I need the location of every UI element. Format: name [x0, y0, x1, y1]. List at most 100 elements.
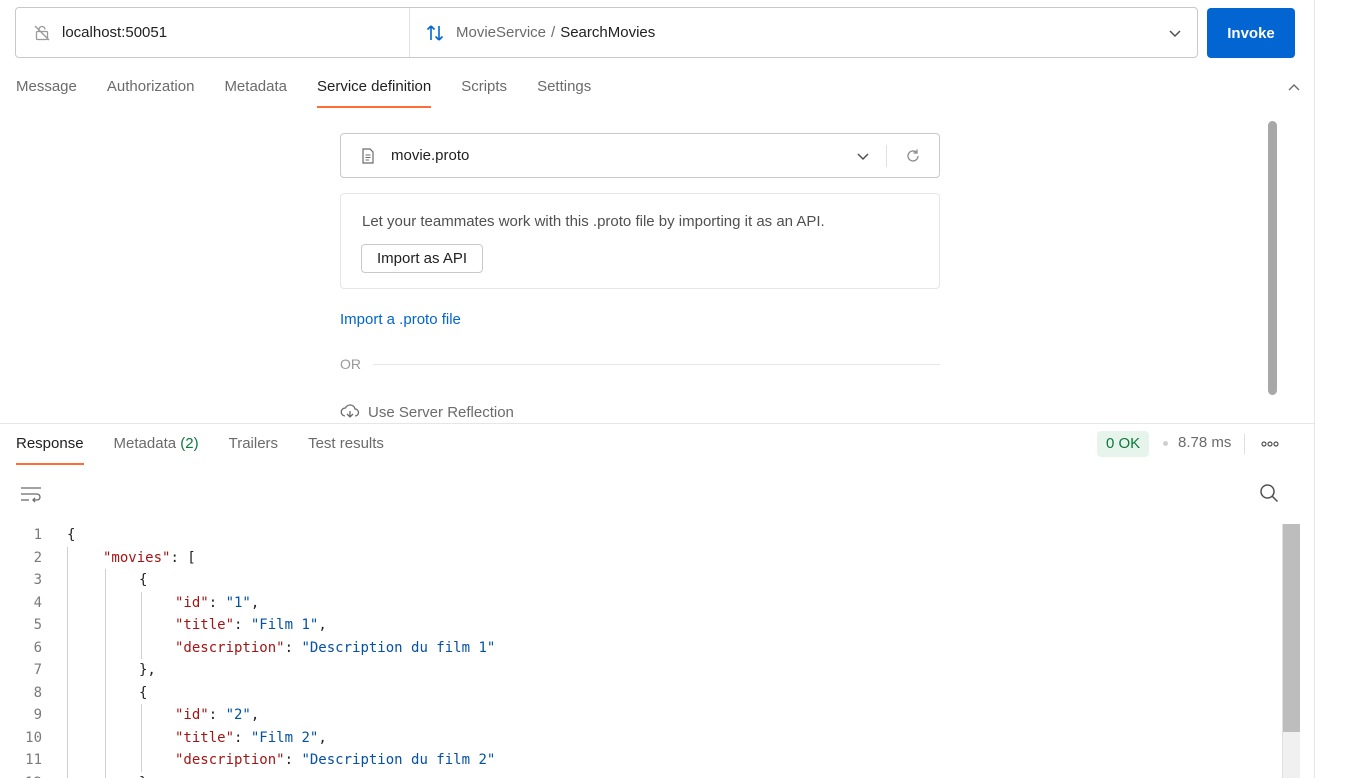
json-punctuation: {	[139, 572, 148, 588]
divider-line	[373, 363, 940, 365]
json-punctuation: ,	[250, 707, 260, 723]
tab-metadata[interactable]: Metadata	[224, 76, 287, 108]
line-number: 5	[33, 617, 42, 633]
line-number: 8	[33, 684, 42, 701]
search-icon[interactable]	[1258, 482, 1280, 504]
code-content: {	[139, 569, 147, 592]
json-key: "title"	[175, 729, 235, 746]
refresh-icon[interactable]	[904, 147, 922, 165]
tab-scripts[interactable]: Scripts	[461, 76, 507, 108]
indent-guide	[67, 569, 68, 592]
proto-file-select[interactable]: movie.proto	[340, 133, 940, 178]
cloud-icon	[340, 402, 360, 422]
invoke-button[interactable]: Invoke	[1207, 8, 1295, 58]
chevron-down-icon[interactable]	[854, 147, 872, 165]
wrap-lines-icon[interactable]	[20, 483, 42, 505]
json-punctuation: }	[139, 775, 147, 778]
response-scrollbar[interactable]	[1282, 524, 1300, 778]
indent-guide	[105, 681, 106, 704]
indent-guide	[67, 681, 68, 704]
indent-guide	[67, 704, 68, 727]
code-line: 4 "id": "1",	[0, 591, 1282, 615]
json-key: "description"	[175, 639, 285, 656]
json-punctuation: :	[208, 707, 226, 723]
tab-trailers[interactable]: Trailers	[229, 433, 278, 465]
code-content: "id": "1",	[175, 592, 259, 615]
json-punctuation: {	[139, 684, 148, 701]
code-content: },	[139, 659, 156, 682]
indent-guide	[141, 704, 142, 727]
chevron-down-icon[interactable]	[1167, 25, 1183, 41]
method-selector[interactable]: MovieService / SearchMovies	[410, 8, 1197, 57]
import-proto-link[interactable]: Import a .proto file	[340, 311, 461, 328]
import-as-api-button[interactable]: Import as API	[361, 244, 484, 273]
indent-guide	[67, 591, 68, 614]
line-number: 10	[25, 729, 42, 746]
metadata-label: Metadata	[113, 435, 177, 452]
indent-guide	[105, 749, 106, 772]
proto-file-name: movie.proto	[391, 147, 470, 164]
reflection-label: Use Server Reflection	[368, 403, 514, 421]
line-number: 7	[33, 662, 42, 678]
tab-response[interactable]: Response	[16, 433, 84, 465]
json-punctuation: ,	[318, 617, 327, 633]
divider	[886, 144, 887, 167]
scrollbar-thumb[interactable]	[1283, 524, 1300, 732]
indent-guide	[141, 636, 142, 659]
tab-test-results[interactable]: Test results	[308, 433, 384, 465]
import-message: Let your teammates work with this .proto…	[362, 213, 825, 230]
chevron-up-icon[interactable]	[1286, 80, 1302, 96]
response-body[interactable]: 1{2 "movies": [3{4 "id": "1", 5 "title": "Fi…	[0, 524, 1282, 778]
unary-method-icon	[424, 22, 446, 44]
tab-authorization[interactable]: Authorization	[107, 76, 195, 108]
code-line: 10 "title": "Film 2",	[0, 726, 1282, 750]
code-content: "id": "2",	[175, 704, 259, 727]
indent-guide	[141, 614, 142, 637]
url-section[interactable]: localhost:50051	[16, 8, 410, 57]
request-tabs: Message Authorization Metadata Service d…	[16, 76, 621, 110]
scrollbar-thumb[interactable]	[1268, 121, 1277, 395]
line-number: 2	[33, 549, 42, 566]
indent-guide	[105, 591, 106, 614]
json-string: "Film 1"	[250, 617, 319, 633]
json-string: "1"	[225, 594, 251, 611]
json-key: "id"	[175, 707, 209, 723]
code-content: {	[67, 524, 75, 547]
indent-guide	[67, 546, 68, 569]
code-line: 7},	[0, 659, 1282, 682]
tab-service-definition[interactable]: Service definition	[316, 76, 432, 108]
code-line: 5 "title": "Film 1",	[0, 614, 1282, 637]
line-number: 3	[33, 572, 42, 588]
indent-guide	[105, 636, 106, 659]
line-number: 9	[33, 707, 42, 723]
code-line: 6 "description": "Description du film 1"	[0, 636, 1282, 659]
indent-guide	[105, 569, 106, 592]
tab-message[interactable]: Message	[16, 76, 77, 108]
json-string: "Description du film 1"	[301, 639, 496, 656]
json-punctuation: {	[67, 527, 76, 543]
tab-settings[interactable]: Settings	[537, 76, 591, 108]
indent-guide	[105, 704, 106, 727]
code-line: 9 "id": "2",	[0, 704, 1282, 727]
file-icon	[360, 147, 376, 164]
tab-response-metadata[interactable]: Metadata (2)	[114, 433, 199, 465]
json-punctuation: :	[284, 639, 302, 656]
insecure-connection-icon[interactable]	[32, 23, 52, 43]
json-punctuation: : [	[170, 549, 196, 566]
json-string: "2"	[225, 707, 251, 723]
indent-guide	[105, 771, 106, 778]
request-bar: localhost:50051 MovieService / SearchMov…	[15, 7, 1198, 58]
indent-guide	[67, 636, 68, 659]
indent-guide	[141, 749, 142, 772]
pane-divider[interactable]	[0, 423, 1314, 424]
json-key: "title"	[175, 617, 235, 633]
indent-guide	[67, 659, 68, 682]
code-line: 1{	[0, 524, 1282, 547]
server-reflection-option[interactable]: Use Server Reflection	[340, 402, 514, 422]
import-api-callout: Let your teammates work with this .proto…	[340, 193, 940, 289]
server-url-input[interactable]: localhost:50051	[62, 24, 167, 41]
code-content: "title": "Film 2",	[175, 727, 327, 750]
code-line: 12}	[0, 771, 1282, 778]
more-options-icon[interactable]	[1259, 436, 1281, 452]
line-number: 12	[0, 772, 42, 778]
